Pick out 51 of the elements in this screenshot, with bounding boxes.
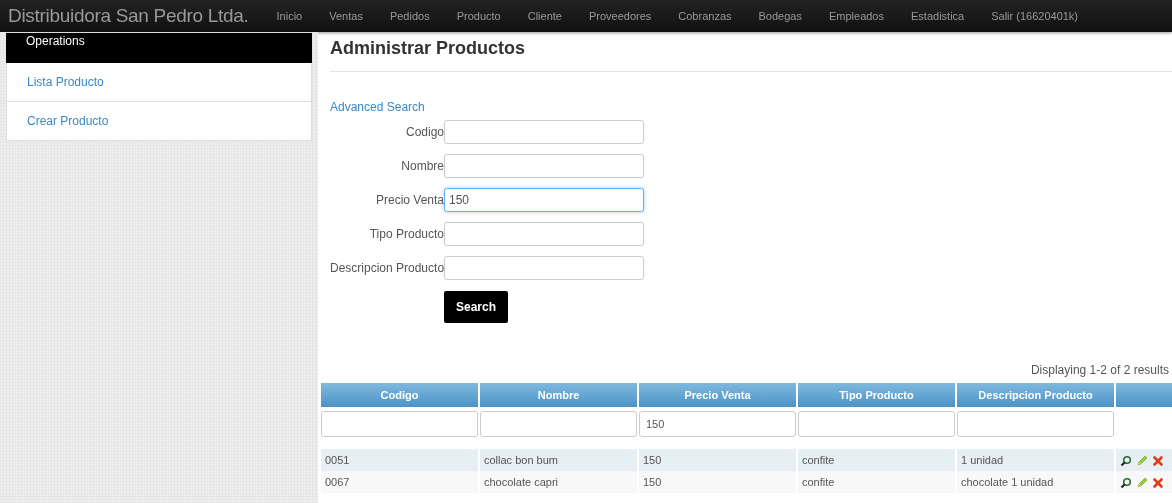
search-button[interactable]: Search	[444, 291, 509, 323]
pencil-icon[interactable]	[1136, 454, 1149, 467]
search-field[interactable]	[444, 154, 644, 178]
sidebar-title: Operations	[6, 33, 312, 63]
table-cell: 0067	[321, 471, 478, 493]
nav-link[interactable]: Salir (16620401k)	[991, 10, 1079, 22]
search-field[interactable]	[444, 120, 644, 144]
table-cell: 1 unidad	[957, 449, 1114, 471]
pencil-icon[interactable]	[1136, 476, 1149, 489]
delete-icon[interactable]	[1152, 476, 1165, 489]
search-field[interactable]: 150	[444, 188, 644, 212]
field-label: Tipo Producto	[368, 227, 444, 241]
advanced-search-link[interactable]: Advanced Search	[330, 100, 425, 114]
search-icon[interactable]	[1120, 476, 1132, 489]
brand-title[interactable]: Distribuidora San Pedro Ltda.	[8, 5, 249, 27]
filter-field[interactable]	[798, 411, 955, 437]
field-label: Codigo	[404, 125, 444, 139]
search-field[interactable]	[444, 256, 644, 280]
sidebar-link[interactable]: Lista Producto	[7, 63, 311, 102]
table-cell: confite	[798, 449, 955, 471]
search-field[interactable]	[444, 222, 644, 246]
table-cell: confite	[798, 471, 955, 493]
filter-field[interactable]	[957, 411, 1114, 437]
results-summary: Displaying 1-2 of 2 results	[1029, 363, 1169, 377]
search-icon[interactable]	[1120, 454, 1132, 467]
table-cell: 150	[639, 471, 796, 493]
nav-link[interactable]: Inicio	[276, 10, 303, 22]
table-cell: chocolate 1 unidad	[957, 471, 1114, 493]
field-label: Descripcion Producto	[330, 261, 444, 275]
nav-link[interactable]: Producto	[456, 10, 501, 22]
filter-field[interactable]	[321, 411, 478, 437]
table-cell: chocolate capri	[480, 471, 637, 493]
field-label: Precio Venta	[374, 193, 444, 207]
table-cell: 0051	[321, 449, 478, 471]
delete-icon[interactable]	[1152, 454, 1165, 467]
nav-link[interactable]: Cliente	[527, 10, 562, 22]
field-label: Nombre	[400, 159, 444, 173]
sidebar-link[interactable]: Crear Producto	[7, 102, 311, 140]
nav-link[interactable]: Pedidos	[389, 10, 430, 22]
table-cell: collac bon bum	[480, 449, 637, 471]
table-cell: 150	[639, 449, 796, 471]
nav-link[interactable]: Estadistica	[911, 10, 965, 22]
nav-link[interactable]: Ventas	[329, 10, 363, 22]
page-title: Administrar Productos	[330, 38, 1172, 72]
filter-field[interactable]	[480, 411, 637, 437]
column-header	[1116, 383, 1172, 407]
nav-link[interactable]: Empleados	[828, 10, 884, 22]
nav-link[interactable]: Cobranzas	[678, 10, 732, 22]
filter-field[interactable]: 150	[639, 411, 796, 437]
nav-link[interactable]: Proveedores	[588, 10, 652, 22]
nav-link[interactable]: Bodegas	[758, 10, 802, 22]
